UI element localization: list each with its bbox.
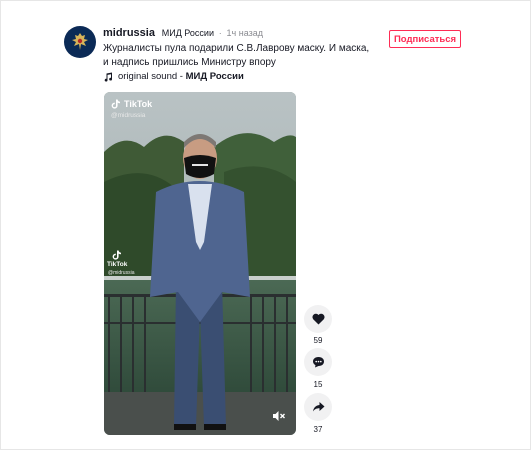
comment-count: 15 bbox=[313, 380, 323, 389]
share-button[interactable] bbox=[304, 393, 332, 421]
video-player[interactable]: TikTok @midrussia TikTok @midrussia bbox=[104, 92, 296, 435]
music-note-icon bbox=[104, 72, 113, 82]
heart-icon bbox=[311, 313, 325, 325]
tiktok-logo-icon bbox=[111, 99, 120, 109]
watermark-middle: TikTok bbox=[107, 250, 127, 269]
like-button[interactable] bbox=[304, 305, 332, 333]
username-link[interactable]: midrussia bbox=[103, 27, 155, 39]
music-link[interactable]: original sound - МИД России bbox=[103, 71, 244, 82]
comment-icon bbox=[312, 357, 324, 368]
share-icon bbox=[312, 402, 324, 412]
video-frame bbox=[104, 92, 296, 435]
author-line: midrussia МИД России · 1ч назад bbox=[103, 27, 263, 39]
follow-button[interactable]: Подписаться bbox=[389, 30, 461, 48]
watermark-top: TikTok bbox=[111, 99, 152, 109]
watermark-handle: @midrussia bbox=[111, 112, 146, 119]
nickname: МИД России bbox=[161, 28, 214, 38]
separator: · bbox=[218, 28, 222, 38]
music-separator: - bbox=[177, 71, 186, 82]
post-caption: Журналисты пула подарили С.В.Лаврову мас… bbox=[103, 43, 370, 68]
music-title: original sound bbox=[118, 71, 178, 82]
share-count: 37 bbox=[313, 425, 323, 434]
mute-button[interactable] bbox=[271, 408, 287, 424]
watermark-brand: TikTok bbox=[124, 99, 153, 109]
music-author: МИД России bbox=[185, 71, 244, 82]
mute-icon bbox=[273, 411, 285, 421]
comment-button[interactable] bbox=[304, 348, 332, 376]
post-time: 1ч назад bbox=[226, 28, 263, 38]
tiktok-logo-icon bbox=[112, 250, 122, 260]
like-count: 59 bbox=[313, 336, 323, 345]
watermark-mid-brand: TikTok bbox=[107, 261, 128, 268]
watermark-mid-handle: @midrussia bbox=[108, 270, 135, 276]
avatar[interactable] bbox=[64, 26, 96, 58]
emblem-icon bbox=[72, 33, 88, 50]
